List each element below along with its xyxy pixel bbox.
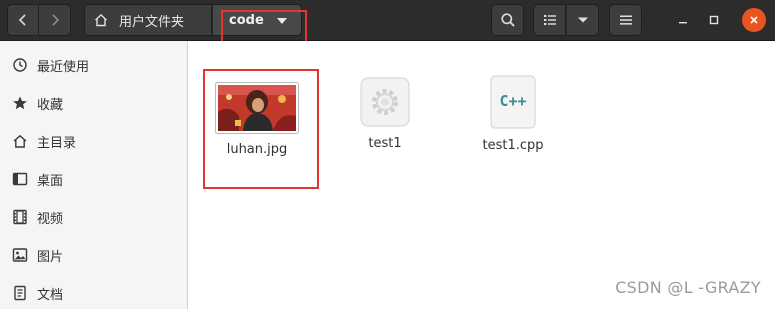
sidebar-item-label: 收藏 [37, 97, 64, 113]
maximize-icon [709, 15, 719, 25]
home-icon [95, 14, 107, 27]
video-icon [12, 209, 28, 225]
breadcrumb-home-label: 用户文件夹 [119, 14, 185, 30]
desktop-icon [12, 171, 28, 187]
chevron-down-icon [577, 17, 588, 23]
sidebar-item-pictures[interactable]: 图片 [0, 236, 187, 274]
hamburger-menu-icon [619, 15, 632, 25]
document-icon [12, 285, 28, 301]
menu-button[interactable] [609, 4, 642, 36]
sidebar-item-label: 文档 [37, 287, 64, 303]
sidebar-item-videos[interactable]: 视频 [0, 198, 187, 236]
sidebar-item-label: 桌面 [37, 173, 64, 189]
file-name: test1 [368, 136, 402, 151]
sidebar-item-recent[interactable]: 最近使用 [0, 46, 187, 84]
sidebar-item-home[interactable]: 主目录 [0, 122, 187, 160]
list-view-button[interactable] [533, 4, 566, 36]
watermark: CSDN @L -GRAZY [615, 278, 761, 297]
executable-gear-icon [359, 76, 411, 128]
file-item-test1[interactable]: test1 [330, 76, 440, 151]
annotation-box-file [203, 69, 319, 189]
sidebar-item-label: 主目录 [37, 135, 77, 151]
file-item-test1-cpp[interactable]: C++ test1.cpp [458, 74, 568, 153]
sidebar-item-desktop[interactable]: 桌面 [0, 160, 187, 198]
sidebar-item-label: 图片 [37, 249, 64, 265]
maximize-button[interactable] [702, 8, 726, 32]
picture-icon [12, 247, 28, 263]
cpp-source-icon: C++ [489, 74, 537, 130]
sidebar-item-documents[interactable]: 文档 [0, 274, 187, 309]
close-button[interactable] [742, 8, 766, 32]
sidebar-item-starred[interactable]: 收藏 [0, 84, 187, 122]
clock-icon [12, 57, 28, 73]
file-name: test1.cpp [482, 138, 544, 153]
sidebar: 最近使用 收藏 主目录 桌面 视频 图片 文档 [0, 41, 188, 309]
search-button[interactable] [491, 4, 524, 36]
minimize-icon [679, 22, 687, 24]
cpp-badge: C++ [499, 92, 527, 110]
close-icon [750, 16, 758, 24]
sidebar-item-label: 最近使用 [37, 59, 90, 75]
header-bar: 用户文件夹 code [0, 0, 775, 41]
breadcrumb-home[interactable]: 用户文件夹 [84, 4, 212, 36]
view-options-button[interactable] [566, 4, 599, 36]
list-view-icon [543, 15, 556, 25]
search-icon [500, 13, 515, 27]
forward-button[interactable] [39, 4, 71, 36]
star-icon [12, 95, 28, 111]
sidebar-item-label: 视频 [37, 211, 64, 227]
minimize-button[interactable] [671, 8, 695, 32]
chevron-left-icon [18, 14, 26, 26]
back-button[interactable] [7, 4, 39, 36]
chevron-right-icon [51, 14, 59, 26]
home-icon [12, 133, 28, 149]
